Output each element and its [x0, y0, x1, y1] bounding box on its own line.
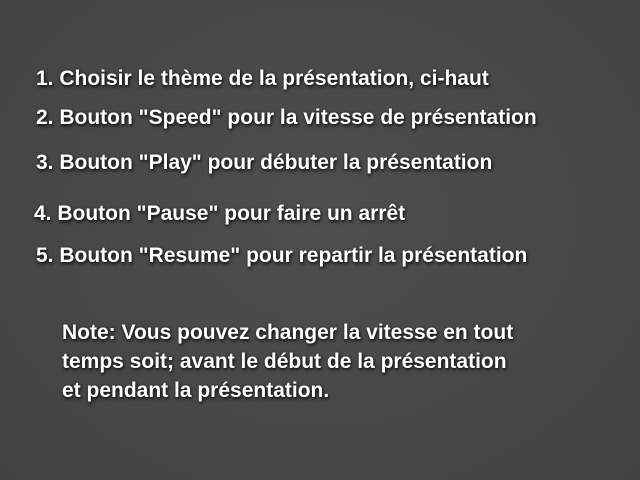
instruction-step-3: 3. Bouton "Play" pour débuter la présent…	[36, 151, 493, 174]
instruction-step-1: 1. Choisir le thème de la présentation, …	[36, 67, 489, 90]
note-line-1: Note: Vous pouvez changer la vitesse en …	[62, 321, 514, 344]
instruction-step-5: 5. Bouton "Resume" pour repartir la prés…	[36, 244, 528, 267]
note-line-2: temps soit; avant le début de la présent…	[62, 350, 507, 373]
speed-note: Note: Vous pouvez changer la vitesse en …	[62, 318, 513, 405]
note-line-3: et pendant la présentation.	[62, 379, 330, 402]
instruction-step-4: 4. Bouton "Pause" pour faire un arrêt	[34, 202, 406, 225]
instructions-slide: 1. Choisir le thème de la présentation, …	[0, 0, 640, 480]
instruction-step-2: 2. Bouton "Speed" pour la vitesse de pré…	[36, 106, 537, 129]
